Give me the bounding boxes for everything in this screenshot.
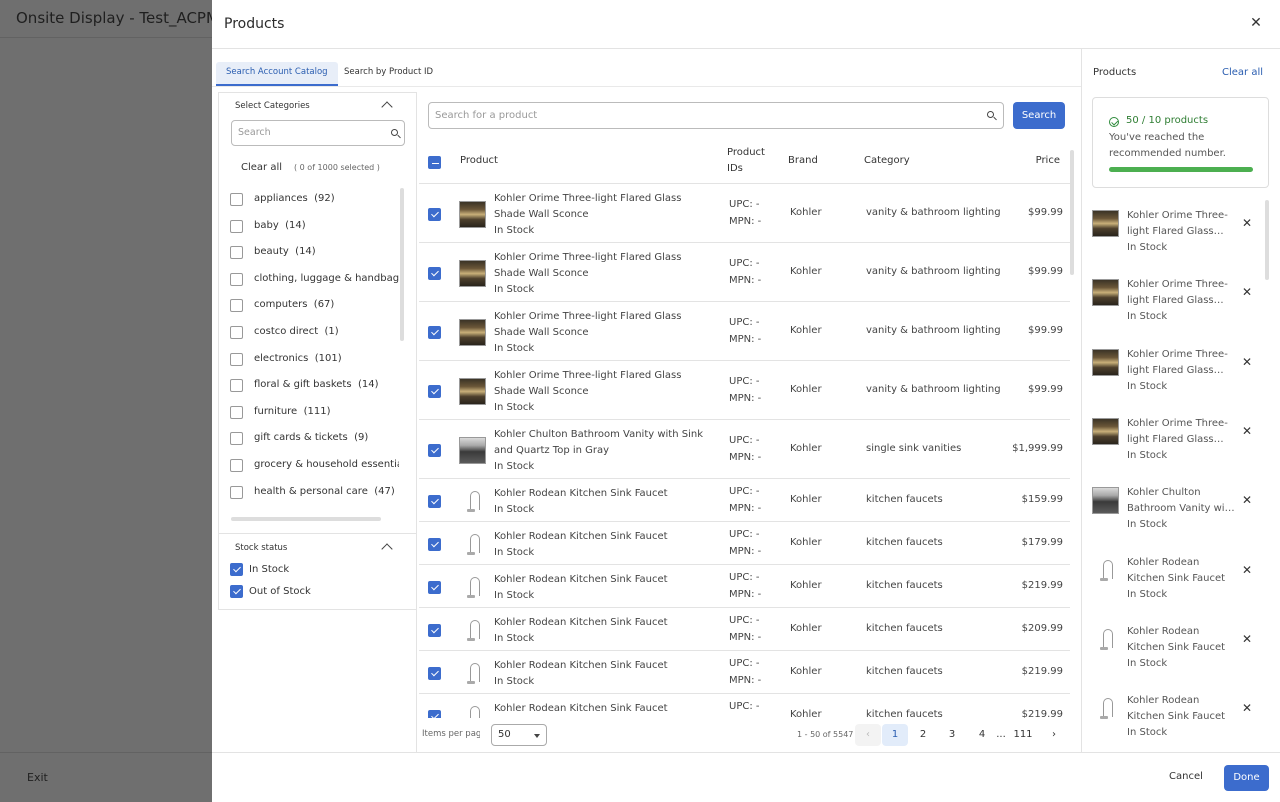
- search-button[interactable]: Search: [1013, 102, 1065, 129]
- categories-header: Select Categories: [235, 101, 310, 111]
- selected-product-text: Kohler Orime Three-light Flared Glass Sh…: [1127, 208, 1235, 256]
- selected-product-name: Kohler Rodean Kitchen Sink Faucet: [1127, 695, 1226, 723]
- recommendation-box: 50 / 10 products You've reached the reco…: [1092, 97, 1269, 188]
- product-thumbnail: [1092, 279, 1119, 307]
- search-icon: [987, 111, 994, 118]
- selected-product-item: Kohler Rodean Kitchen Sink Faucet In Stoc…: [1092, 555, 1256, 611]
- product-thumbnail: [1092, 210, 1119, 237]
- chevron-up-icon[interactable]: [381, 101, 393, 113]
- selected-product-text: Kohler Rodean Kitchen Sink Faucet In Stoc…: [1127, 555, 1235, 603]
- selected-product-name: Kohler Rodean Kitchen Sink Faucet: [1127, 625, 1226, 653]
- product-thumbnail: [1092, 556, 1119, 584]
- selected-product-stock: In Stock: [1127, 727, 1168, 739]
- product-thumbnail: [1092, 487, 1119, 515]
- col-product-ids-line1: Product: [727, 147, 765, 158]
- remove-icon[interactable]: ✕: [1242, 285, 1252, 299]
- footer-divider: [212, 752, 1280, 753]
- selected-clear-all-button[interactable]: Clear all: [1222, 67, 1263, 78]
- categories-clear-all-button[interactable]: Clear all: [241, 162, 282, 173]
- selected-product-name: Kohler Orime Three-light Flared Glass Sh…: [1127, 348, 1228, 376]
- tab-search-by-product-id[interactable]: Search by Product ID: [334, 62, 443, 86]
- product-thumbnail: [1092, 348, 1119, 376]
- remove-icon[interactable]: ✕: [1242, 563, 1252, 577]
- background-footer-divider: [0, 752, 212, 753]
- product-search-input[interactable]: Search for a product: [428, 102, 1004, 129]
- selected-product-text: Kohler Orime Three-light Flared Glass Sh…: [1127, 347, 1235, 395]
- selected-products-header: Products: [1093, 67, 1137, 78]
- recommendation-progress-bar: [1109, 167, 1253, 172]
- exit-button[interactable]: Exit: [27, 771, 48, 784]
- selected-product-item: Kohler Orime Three-light Flared Glass Sh…: [1092, 277, 1256, 333]
- selected-product-item: Kohler Rodean Kitchen Sink Faucet In Stoc…: [1092, 624, 1256, 680]
- tabs-divider: [212, 86, 1081, 87]
- selected-product-name: Kohler Orime Three-light Flared Glass Sh…: [1127, 279, 1228, 307]
- selected-product-stock: In Stock: [1127, 380, 1168, 392]
- col-brand: Brand: [788, 155, 818, 166]
- selected-product-stock: In Stock: [1127, 449, 1168, 461]
- col-product-ids: Product IDs: [727, 145, 765, 177]
- products-modal: Products ✕ Search Account Catalog Search…: [212, 0, 1280, 802]
- background-page: Onsite Display - Test_ACPM_EG Exit: [0, 0, 248, 802]
- product-thumbnail: [1092, 417, 1119, 445]
- tab-search-account-catalog[interactable]: Search Account Catalog: [216, 62, 338, 86]
- selected-product-stock: In Stock: [1127, 657, 1168, 669]
- selected-list-scrollbar[interactable]: [1265, 200, 1269, 280]
- header-divider: [212, 48, 1280, 49]
- selected-product-stock: In Stock: [1127, 311, 1168, 323]
- category-search-input[interactable]: Search: [231, 120, 405, 146]
- recommendation-message: You've reached the recommended number.: [1109, 132, 1226, 159]
- close-icon[interactable]: ✕: [1249, 16, 1263, 30]
- selected-product-item: Kohler Orime Three-light Flared Glass Sh…: [1092, 208, 1256, 264]
- background-divider: [0, 37, 212, 38]
- selected-products-list: Kohler Orime Three-light Flared Glass Sh…: [212, 200, 1280, 748]
- remove-icon[interactable]: ✕: [1242, 355, 1252, 369]
- selected-product-stock: In Stock: [1127, 242, 1168, 253]
- modal-title: Products: [224, 16, 285, 32]
- selected-product-item: Kohler Orime Three-light Flared Glass Sh…: [1092, 347, 1256, 403]
- remove-icon[interactable]: ✕: [1242, 216, 1252, 230]
- remove-icon[interactable]: ✕: [1242, 632, 1252, 646]
- selected-product-item: Kohler Orime Three-light Flared Glass Sh…: [1092, 416, 1256, 472]
- category-search-placeholder: Search: [238, 127, 271, 138]
- product-search-placeholder: Search for a product: [435, 110, 538, 121]
- search-icon: [391, 129, 398, 136]
- select-all-checkbox[interactable]: [428, 156, 441, 169]
- selected-product-text: Kohler Rodean Kitchen Sink Faucet In Stoc…: [1127, 693, 1235, 741]
- selected-product-text: Kohler Rodean Kitchen Sink Faucet In Stoc…: [1127, 624, 1235, 672]
- col-product-ids-line2: IDs: [727, 163, 743, 174]
- col-category: Category: [864, 155, 910, 166]
- selected-product-text: Kohler Orime Three-light Flared Glass Sh…: [1127, 277, 1235, 325]
- selected-product-text: Kohler Chulton Bathroom Vanity with Sink…: [1127, 485, 1235, 533]
- table-header: Product Product IDs Brand Category Price: [419, 140, 1070, 184]
- selected-product-name: Kohler Orime Three-light Flared Glass Sh…: [1127, 210, 1228, 237]
- check-circle-icon: [1109, 117, 1119, 127]
- selected-product-name: Kohler Orime Three-light Flared Glass Sh…: [1127, 417, 1228, 445]
- selected-product-name: Kohler Chulton Bathroom Vanity with Sink…: [1127, 487, 1235, 515]
- selected-product-item: Kohler Chulton Bathroom Vanity with Sink…: [1092, 485, 1256, 541]
- selected-product-item: Kohler Rodean Kitchen Sink Faucet In Stoc…: [1092, 693, 1256, 748]
- remove-icon[interactable]: ✕: [1242, 424, 1252, 438]
- col-price: Price: [1035, 155, 1060, 166]
- remove-icon[interactable]: ✕: [1242, 701, 1252, 715]
- selected-product-stock: In Stock: [1127, 588, 1168, 600]
- remove-icon[interactable]: ✕: [1242, 493, 1252, 507]
- selected-product-text: Kohler Orime Three-light Flared Glass Sh…: [1127, 416, 1235, 464]
- selected-product-name: Kohler Rodean Kitchen Sink Faucet: [1127, 556, 1226, 584]
- product-thumbnail: [1092, 625, 1119, 653]
- categories-selected-count: ( 0 of 1000 selected ): [294, 163, 380, 172]
- col-product: Product: [460, 155, 498, 166]
- selected-count: 50 / 10 products: [1126, 115, 1209, 126]
- cancel-button[interactable]: Cancel: [1169, 771, 1203, 782]
- selected-product-stock: In Stock: [1127, 519, 1168, 531]
- done-button[interactable]: Done: [1224, 765, 1269, 791]
- product-thumbnail: [1092, 695, 1119, 723]
